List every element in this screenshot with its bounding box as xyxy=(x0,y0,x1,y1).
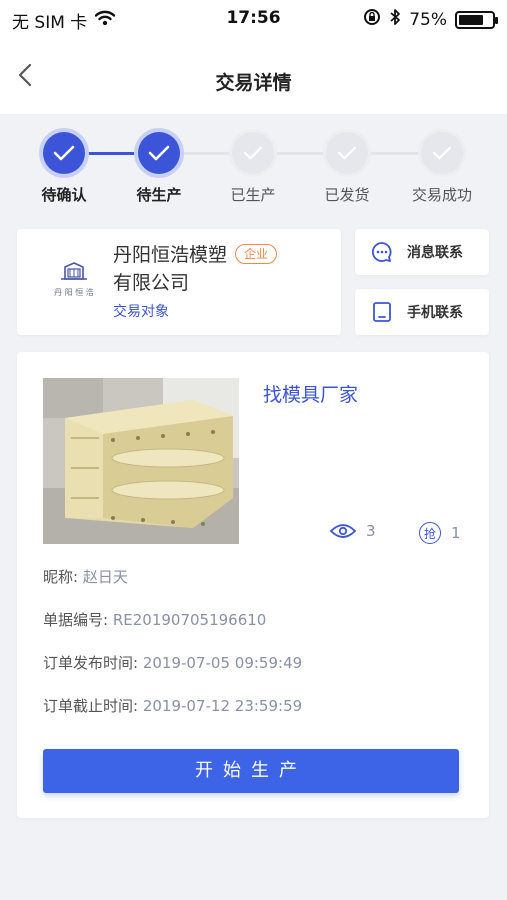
step-produced: 已生产 xyxy=(213,132,293,205)
step-pending-confirm: 待确认 xyxy=(24,132,104,205)
phone-contact-label: 手机联系 xyxy=(407,305,463,321)
battery-level xyxy=(459,14,483,25)
message-contact-button[interactable]: 消息联系 xyxy=(355,229,489,275)
order-number-label: 单据编号: xyxy=(43,611,109,629)
check-icon xyxy=(43,132,85,174)
order-title: 找模具厂家 xyxy=(263,384,359,406)
battery-percent: 75% xyxy=(409,9,447,30)
chat-bubble-icon xyxy=(371,241,393,263)
order-card: 找模具厂家 3 抢 1 昵称: 赵日天 单据编号: RE201907051966… xyxy=(17,352,489,818)
nav-bar: 交易详情 xyxy=(0,40,507,114)
nickname-value: 赵日天 xyxy=(82,568,128,586)
company-role: 交易对象 xyxy=(113,304,169,320)
company-name: 丹阳恒浩模塑 企业 有限公司 xyxy=(113,241,333,297)
nickname-label: 昵称: xyxy=(43,568,79,586)
svg-text:丹 阳 恒 浩: 丹 阳 恒 浩 xyxy=(54,287,94,297)
step-label: 待确认 xyxy=(41,186,87,204)
status-right: 75% xyxy=(363,8,498,31)
message-contact-label: 消息联系 xyxy=(407,245,463,261)
battery-icon xyxy=(455,10,498,29)
orientation-lock-icon xyxy=(363,8,381,31)
enterprise-badge: 企业 xyxy=(235,244,278,264)
step-label: 待生产 xyxy=(136,186,182,204)
progress-steps: 待确认 待生产 已生产 已发货 交易成功 xyxy=(0,114,507,214)
step-pending-production: 待生产 xyxy=(119,132,199,205)
grabs-count: 1 xyxy=(451,524,461,542)
company-name-line1: 丹阳恒浩模塑 xyxy=(113,244,228,266)
grab-icon: 抢 xyxy=(419,522,441,544)
order-number-value: RE20190705196610 xyxy=(112,611,267,629)
page-title: 交易详情 xyxy=(215,72,292,94)
publish-time-value: 2019-07-05 09:59:49 xyxy=(142,654,303,672)
step-success: 交易成功 xyxy=(402,132,482,205)
bluetooth-icon xyxy=(389,8,401,31)
start-production-button[interactable]: 开始生产 xyxy=(43,749,459,793)
publish-time-row: 订单发布时间: 2019-07-05 09:59:49 xyxy=(43,652,302,673)
step-label: 已发货 xyxy=(324,186,370,204)
deadline-label: 订单截止时间: xyxy=(43,697,139,715)
check-icon xyxy=(326,132,368,174)
views-stat: 3 xyxy=(330,522,376,540)
product-image[interactable] xyxy=(43,378,239,544)
grabs-stat: 抢 1 xyxy=(419,522,461,544)
views-count: 3 xyxy=(366,522,376,540)
eye-icon xyxy=(330,523,356,539)
step-label: 交易成功 xyxy=(411,186,472,204)
trade-partner-card[interactable]: 丹 阳 恒 浩 丹阳恒浩模塑 企业 有限公司 交易对象 xyxy=(17,229,341,335)
nickname-row: 昵称: 赵日天 xyxy=(43,566,128,587)
company-logo: 丹 阳 恒 浩 xyxy=(49,257,99,307)
phone-contact-button[interactable]: 手机联系 xyxy=(355,289,489,335)
company-name-line2: 有限公司 xyxy=(113,272,190,294)
check-icon xyxy=(421,132,463,174)
deadline-row: 订单截止时间: 2019-07-12 23:59:59 xyxy=(43,695,302,716)
status-bar: 无 SIM 卡 17:56 75% xyxy=(0,0,507,40)
deadline-value: 2019-07-12 23:59:59 xyxy=(142,697,303,715)
publish-time-label: 订单发布时间: xyxy=(43,654,139,672)
check-icon xyxy=(138,132,180,174)
step-shipped: 已发货 xyxy=(307,132,387,205)
order-number-row: 单据编号: RE20190705196610 xyxy=(43,609,266,630)
step-connector-todo xyxy=(159,152,442,155)
step-label: 已生产 xyxy=(230,186,276,204)
check-icon xyxy=(232,132,274,174)
phone-icon xyxy=(371,301,393,323)
